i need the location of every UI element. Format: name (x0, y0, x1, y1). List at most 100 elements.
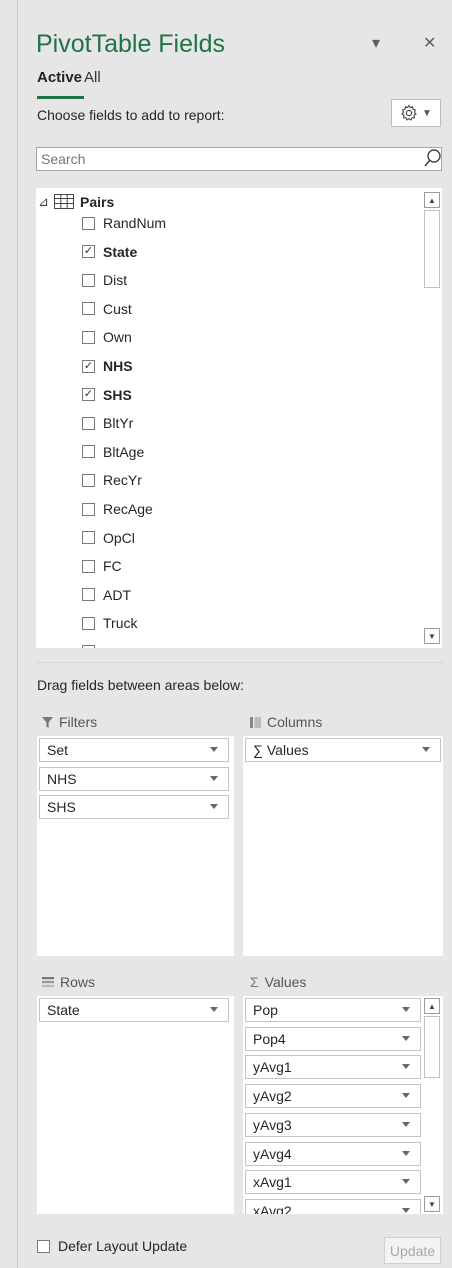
values-scrollbar[interactable]: ▲ ▼ (423, 996, 441, 1214)
field-shs[interactable]: ✓ SHS (82, 384, 132, 406)
values-item-yavg1[interactable]: yAvg1 (245, 1055, 421, 1080)
chevron-down-icon[interactable] (402, 1179, 410, 1185)
scroll-up-icon[interactable]: ▲ (424, 192, 440, 208)
values-item-pop4[interactable]: Pop4 (245, 1026, 421, 1051)
field-checkbox[interactable] (82, 445, 95, 459)
filters-item-set[interactable]: Set (39, 738, 229, 762)
field-checkbox[interactable] (82, 502, 95, 516)
defer-checkbox[interactable] (37, 1239, 50, 1253)
chevron-down-icon[interactable] (422, 747, 430, 752)
field-label: NHS (103, 358, 133, 374)
chevron-down-icon[interactable] (210, 804, 218, 810)
chevron-down-icon[interactable] (402, 1121, 410, 1127)
scroll-thumb[interactable] (424, 1016, 440, 1078)
values-item-xavg1[interactable]: xAvg1 (245, 1170, 421, 1195)
field-list[interactable]: ⊿ Pairs RandNum ✓ State Dist Cust Own ✓ NHS ✓ SHS… (36, 188, 442, 648)
active-tab-indicator (37, 96, 84, 99)
search-input[interactable] (36, 147, 442, 171)
field-nhs[interactable]: ✓ NHS (82, 355, 133, 377)
area-item-label: yAvg2 (253, 1088, 292, 1105)
field-dist[interactable]: Dist (82, 269, 127, 291)
area-item-label: Set (47, 742, 69, 758)
close-icon[interactable]: ✕ (423, 33, 436, 53)
field-checkbox[interactable] (82, 416, 95, 430)
field-bltyr[interactable]: BltYr (82, 412, 133, 434)
chevron-down-icon[interactable] (402, 1035, 410, 1041)
values-item-pop[interactable]: Pop (245, 998, 421, 1022)
field-checkbox[interactable]: ✓ (82, 245, 95, 259)
field-checkbox[interactable] (82, 616, 95, 630)
filters-title: Filters (59, 714, 98, 730)
field-label: Truck (103, 615, 138, 632)
rows-icon (42, 977, 54, 987)
field-recage[interactable]: RecAge (82, 498, 153, 520)
area-item-label: xAvg2 (253, 1202, 292, 1214)
field-checkbox[interactable] (82, 330, 95, 344)
field-checkbox[interactable] (82, 302, 95, 316)
columns-area[interactable]: ∑ Values (243, 736, 443, 956)
field-label: Own (103, 329, 132, 346)
values-area[interactable]: ▲ ▼ Pop Pop4 yAvg1 yAvg2 yAvg3 yAvg4 xAvg1 xAvg… (243, 996, 443, 1214)
chevron-down-icon: ▼ (422, 107, 432, 119)
area-item-label: yAvg4 (253, 1145, 292, 1162)
filters-area[interactable]: Set NHS SHS (37, 736, 234, 956)
field-randnum[interactable]: RandNum (82, 212, 166, 234)
field-checkbox[interactable] (82, 588, 95, 602)
values-item-yavg3[interactable]: yAvg3 (245, 1112, 421, 1137)
field-checkbox[interactable] (82, 473, 95, 487)
chevron-down-icon[interactable] (402, 1064, 410, 1070)
field-cust[interactable]: Cust (82, 298, 132, 320)
area-item-label: Pop4 (253, 1030, 286, 1047)
values-item-yavg2[interactable]: yAvg2 (245, 1084, 421, 1109)
chevron-down-icon[interactable] (210, 1007, 218, 1012)
task-pane-options-icon[interactable]: ▾ (372, 33, 380, 53)
rows-header: Rows (42, 974, 95, 990)
values-item-yavg4[interactable]: yAvg4 (245, 1141, 421, 1166)
sigma-icon: Σ (250, 974, 259, 990)
filters-item-nhs[interactable]: NHS (39, 766, 229, 791)
field-label: RecAge (103, 501, 153, 517)
chevron-down-icon[interactable] (402, 1207, 410, 1213)
field-adt[interactable]: ADT (82, 584, 131, 606)
field-checkbox[interactable]: ✓ (82, 388, 95, 402)
columns-header: Columns (250, 714, 322, 730)
field-label: ADT (103, 586, 131, 603)
tab-all[interactable]: All (84, 69, 101, 86)
chevron-down-icon[interactable] (402, 1150, 410, 1156)
scroll-down-icon[interactable]: ▼ (424, 628, 440, 644)
values-item-xavg2[interactable]: xAvg2 (245, 1198, 421, 1214)
chevron-down-icon[interactable] (210, 775, 218, 781)
field-fc[interactable]: FC (82, 555, 122, 577)
field-checkbox[interactable] (82, 559, 95, 573)
field-checkbox[interactable] (82, 531, 95, 545)
drag-fields-label: Drag fields between areas below: (37, 677, 245, 693)
field-bltage[interactable]: BltAge (82, 441, 144, 463)
field-opcl[interactable]: OpCl (82, 527, 135, 549)
field-recyr[interactable]: RecYr (82, 469, 142, 491)
field-label: Dist (103, 272, 128, 289)
tools-button[interactable]: ▼ (391, 99, 441, 127)
rows-title: Rows (60, 974, 96, 990)
scroll-up-icon[interactable]: ▲ (424, 998, 440, 1014)
columns-item-values[interactable]: ∑ Values (245, 738, 441, 762)
defer-layout-update[interactable]: Defer Layout Update (37, 1238, 187, 1254)
scroll-thumb[interactable] (424, 210, 440, 288)
field-checkbox[interactable] (82, 216, 95, 230)
field-own[interactable]: Own (82, 326, 132, 348)
collapse-icon[interactable]: ⊿ (38, 194, 49, 210)
update-button[interactable]: Update (384, 1237, 441, 1264)
field-truck[interactable]: Truck (82, 612, 137, 634)
chevron-down-icon[interactable] (402, 1093, 410, 1099)
gear-icon (401, 104, 417, 121)
tab-active[interactable]: Active (37, 69, 82, 86)
chevron-down-icon[interactable] (210, 747, 218, 752)
field-list-scrollbar[interactable]: ▲ ▼ (424, 192, 440, 644)
field-state[interactable]: ✓ State (82, 241, 137, 263)
field-checkbox[interactable] (82, 273, 95, 287)
chevron-down-icon[interactable] (402, 1007, 410, 1012)
rows-item-state[interactable]: State (39, 998, 229, 1022)
scroll-down-icon[interactable]: ▼ (424, 1196, 440, 1212)
filters-item-shs[interactable]: SHS (39, 795, 229, 820)
field-checkbox[interactable]: ✓ (82, 359, 95, 373)
rows-area[interactable]: State (37, 996, 234, 1214)
